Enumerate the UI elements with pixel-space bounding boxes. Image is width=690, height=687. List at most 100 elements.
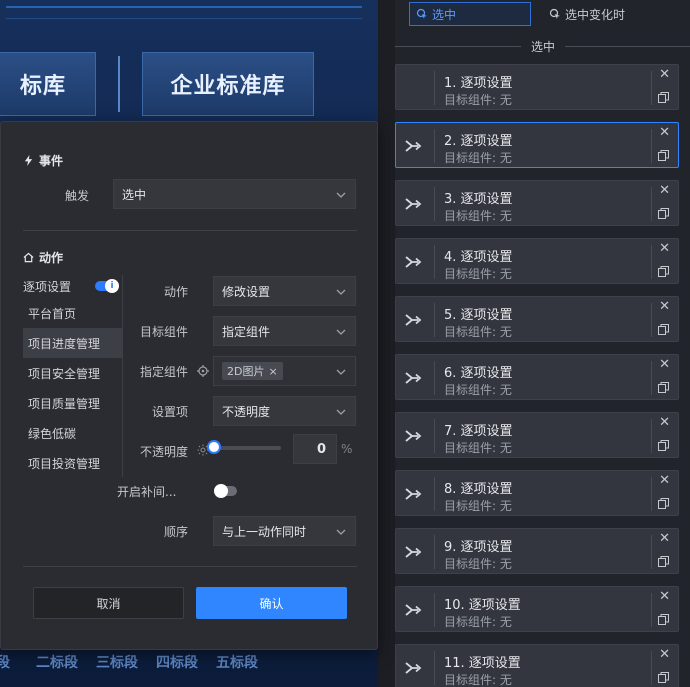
- action-card[interactable]: 11. 逐项设置 目标组件: 无 ✕: [395, 644, 679, 687]
- confirm-button[interactable]: 确认: [196, 587, 347, 619]
- close-icon[interactable]: ✕: [659, 474, 670, 487]
- tab-label: 选中: [432, 7, 457, 22]
- card-divider: [651, 187, 652, 221]
- opacity-input[interactable]: 0: [293, 434, 337, 464]
- action-card[interactable]: 9. 逐项设置 目标组件: 无 ✕: [395, 528, 679, 574]
- trigger-select[interactable]: 选中: [113, 179, 356, 209]
- canvas-segment[interactable]: 三标段: [96, 652, 138, 672]
- setting-value: 不透明度: [222, 404, 271, 419]
- action-card[interactable]: 2. 逐项设置 目标组件: 无 ✕: [395, 122, 679, 168]
- action-label: 动作: [163, 285, 188, 299]
- card-title: 10. 逐项设置: [444, 598, 521, 613]
- copy-icon[interactable]: [658, 556, 669, 567]
- action-enable-toggle[interactable]: i: [95, 279, 119, 293]
- canvas-enterprise-library-button[interactable]: 企业标准库: [142, 52, 314, 116]
- card-subtitle: 目标组件: 无: [444, 557, 512, 571]
- opacity-slider-handle[interactable]: [207, 440, 221, 454]
- close-icon[interactable]: ✕: [659, 590, 670, 603]
- action-select[interactable]: 修改设置: [213, 276, 356, 306]
- canvas-segment-row: 段 二标段 三标段 四标段 五标段: [0, 650, 378, 674]
- page-list-item[interactable]: 项目进度管理: [23, 328, 123, 358]
- close-icon[interactable]: ✕: [659, 358, 670, 371]
- home-icon: [23, 252, 34, 263]
- toggle-knob: [214, 484, 228, 498]
- section-header: 选中: [395, 38, 690, 54]
- target-picker-icon[interactable]: [197, 365, 209, 377]
- page-list-item[interactable]: 项目质量管理: [23, 388, 123, 418]
- action-card[interactable]: 1. 逐项设置 目标组件: 无 ✕: [395, 64, 679, 110]
- canvas-segment[interactable]: 五标段: [216, 652, 258, 672]
- action-card[interactable]: 8. 逐项设置 目标组件: 无 ✕: [395, 470, 679, 516]
- page-list: 平台首页 项目进度管理 项目安全管理 项目质量管理 绿色低碳 项目投资管理: [23, 298, 123, 478]
- canvas-library-button[interactable]: 标库: [0, 52, 96, 116]
- card-divider: [651, 361, 652, 395]
- card-divider: [434, 245, 435, 279]
- page-list-item[interactable]: 平台首页: [23, 298, 123, 328]
- card-subtitle: 目标组件: 无: [444, 325, 512, 339]
- cursor-click-icon: [416, 8, 427, 19]
- action-card[interactable]: 6. 逐项设置 目标组件: 无 ✕: [395, 354, 679, 400]
- copy-icon[interactable]: [658, 440, 669, 451]
- canvas-highlight-line: [6, 18, 362, 19]
- target-value: 指定组件: [222, 324, 271, 339]
- copy-icon[interactable]: [658, 382, 669, 393]
- copy-icon[interactable]: [658, 208, 669, 219]
- page-list-item[interactable]: 绿色低碳: [23, 418, 123, 448]
- close-icon[interactable]: ✕: [659, 184, 670, 197]
- action-card[interactable]: 4. 逐项设置 目标组件: 无 ✕: [395, 238, 679, 284]
- action-card-list: 1. 逐项设置 目标组件: 无 ✕ 2. 逐项设置 目标组件: 无 ✕ 3. 逐项设置 目标组…: [395, 64, 679, 687]
- setting-label: 设置项: [151, 405, 188, 419]
- close-icon[interactable]: ×: [268, 365, 277, 378]
- canvas-segment[interactable]: 二标段: [36, 652, 78, 672]
- close-icon[interactable]: ✕: [659, 648, 670, 661]
- copy-icon[interactable]: [658, 324, 669, 335]
- close-icon[interactable]: ✕: [659, 68, 670, 81]
- close-icon[interactable]: ✕: [659, 532, 670, 545]
- action-card[interactable]: 5. 逐项设置 目标组件: 无 ✕: [395, 296, 679, 342]
- copy-icon[interactable]: [658, 672, 669, 683]
- lightning-icon: [24, 155, 33, 166]
- cancel-button[interactable]: 取消: [33, 587, 184, 619]
- card-title: 7. 逐项设置: [444, 424, 513, 439]
- action-card[interactable]: 7. 逐项设置 目标组件: 无 ✕: [395, 412, 679, 458]
- close-icon[interactable]: ✕: [659, 416, 670, 429]
- copy-icon[interactable]: [658, 92, 669, 103]
- branch-arrow-icon: [405, 198, 422, 210]
- tween-toggle[interactable]: [214, 484, 237, 498]
- page-list-item[interactable]: 项目安全管理: [23, 358, 123, 388]
- chevron-down-icon: [336, 369, 346, 375]
- action-config-dialog: 事件 触发 选中 动作 逐项设置 i 平台首页 项目进度管理 项目安全管理 项目质量管…: [0, 121, 378, 650]
- card-subtitle: 目标组件: 无: [444, 383, 512, 397]
- action-card[interactable]: 3. 逐项设置 目标组件: 无 ✕: [395, 180, 679, 226]
- card-subtitle: 目标组件: 无: [444, 673, 512, 687]
- opacity-unit: %: [341, 442, 353, 456]
- target-select[interactable]: 指定组件: [213, 316, 356, 346]
- tag-label: 2D图片: [227, 365, 265, 378]
- card-subtitle: 目标组件: 无: [444, 615, 512, 629]
- canvas-segment[interactable]: 四标段: [156, 652, 198, 672]
- close-icon[interactable]: ✕: [659, 300, 670, 313]
- action-list-title: 逐项设置: [23, 279, 72, 294]
- branch-arrow-icon: [405, 546, 422, 558]
- setting-select[interactable]: 不透明度: [213, 396, 356, 426]
- close-icon[interactable]: ✕: [659, 126, 670, 139]
- page-list-item[interactable]: 项目投资管理: [23, 448, 123, 478]
- copy-icon[interactable]: [658, 266, 669, 277]
- action-list-header[interactable]: 逐项设置 i: [23, 275, 123, 297]
- copy-icon[interactable]: [658, 614, 669, 625]
- branch-arrow-icon: [405, 488, 422, 500]
- order-select[interactable]: 与上一动作同时: [213, 516, 356, 546]
- specify-select[interactable]: 2D图片 ×: [213, 356, 356, 386]
- close-icon[interactable]: ✕: [659, 242, 670, 255]
- component-tag[interactable]: 2D图片 ×: [222, 362, 283, 380]
- chevron-down-icon: [336, 192, 346, 198]
- action-card[interactable]: 10. 逐项设置 目标组件: 无 ✕: [395, 586, 679, 632]
- card-divider: [434, 303, 435, 337]
- canvas-segment[interactable]: 段: [0, 652, 18, 672]
- tab-selection-change[interactable]: 选中变化时: [543, 2, 637, 26]
- copy-icon[interactable]: [658, 150, 669, 161]
- copy-icon[interactable]: [658, 498, 669, 509]
- tab-selected[interactable]: 选中: [409, 2, 531, 26]
- action-section-title: 动作: [23, 249, 63, 266]
- opacity-slider-track[interactable]: [213, 446, 281, 450]
